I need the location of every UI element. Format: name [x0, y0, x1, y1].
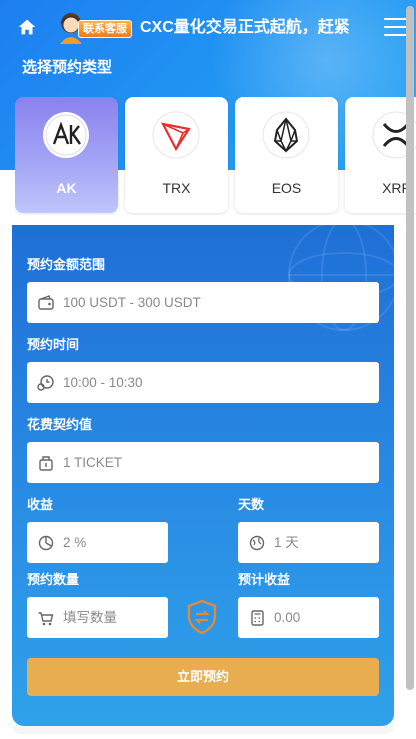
home-icon[interactable] — [16, 16, 38, 38]
ticket-icon — [39, 456, 53, 471]
expected-yield-field: 0.00 — [238, 597, 379, 638]
scrollbar-thumb[interactable] — [406, 6, 414, 690]
swap-shield-icon — [187, 599, 217, 635]
eos-logo-icon — [262, 111, 310, 159]
type-card-trx[interactable]: TRX — [125, 97, 228, 213]
cart-icon — [38, 612, 54, 626]
type-label-trx: TRX — [162, 180, 191, 196]
expected-yield-value: 0.00 — [274, 610, 301, 625]
clock-icon — [37, 375, 54, 391]
amount-range-field: 100 USDT - 300 USDT — [27, 282, 379, 323]
announcement-marquee: CXC量化交易正式起航，赶紧 — [140, 19, 350, 36]
quantity-placeholder: 填写数量 — [63, 610, 117, 625]
reserve-now-button[interactable]: 立即预约 — [27, 658, 379, 696]
time-value: 10:00 - 10:30 — [63, 375, 143, 390]
amount-range-value: 100 USDT - 300 USDT — [63, 295, 201, 310]
days-value: 1 天 — [274, 535, 299, 550]
contract-field: 1 TICKET — [27, 442, 379, 483]
contract-value: 1 TICKET — [63, 455, 123, 470]
contract-label: 花费契约值 — [27, 417, 93, 432]
amount-range-label: 预约金额范围 — [27, 257, 106, 272]
days-label: 天数 — [238, 497, 265, 512]
type-label-eos: EOS — [271, 180, 302, 196]
yield-label: 收益 — [27, 497, 54, 512]
customer-service-button[interactable]: 联系客服 — [78, 20, 132, 38]
section-title: 选择预约类型 — [22, 59, 113, 76]
time-label: 预约时间 — [27, 337, 80, 352]
chart-icon — [38, 535, 54, 551]
reservation-type-list: AK TRX EOS XRP — [15, 97, 416, 215]
panel-bottom-edge — [12, 726, 394, 734]
calculator-icon — [251, 610, 264, 626]
top-bar: 联系客服 CXC量化交易正式起航，赶紧 选择预约类型 — [0, 0, 416, 76]
globe-icon — [249, 535, 265, 551]
type-card-eos[interactable]: EOS — [235, 97, 338, 213]
reservation-form: 预约金额范围 100 USDT - 300 USDT 预约时间 10:00 - … — [12, 225, 394, 726]
trx-logo-icon — [152, 111, 200, 159]
quantity-input[interactable]: 填写数量 — [27, 597, 168, 638]
wallet-icon — [38, 295, 54, 310]
yield-field: 2 % — [27, 522, 168, 563]
expected-yield-label: 预计收益 — [238, 572, 291, 587]
quantity-label: 预约数量 — [27, 572, 80, 587]
yield-value: 2 % — [63, 535, 87, 550]
scrollbar[interactable] — [404, 0, 414, 739]
type-card-ak[interactable]: AK — [15, 97, 118, 213]
ak-logo-icon — [43, 112, 89, 158]
time-field: 10:00 - 10:30 — [27, 362, 379, 403]
type-label-ak: AK — [56, 180, 77, 196]
days-field: 1 天 — [238, 522, 379, 563]
